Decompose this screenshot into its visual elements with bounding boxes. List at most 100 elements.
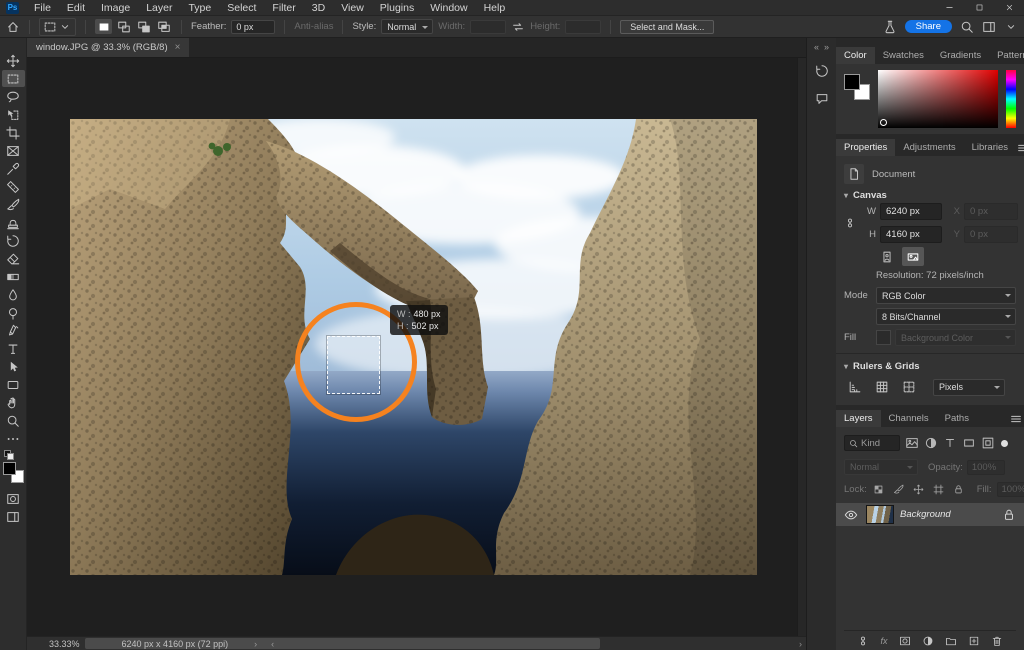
layer-lock-icon[interactable] bbox=[1002, 508, 1016, 522]
workspace-switcher-icon[interactable] bbox=[982, 20, 996, 34]
portrait-orientation-button[interactable] bbox=[876, 247, 898, 266]
close-button[interactable] bbox=[994, 0, 1024, 16]
rulers-grids-section-header[interactable]: ▾ Rulers & Grids bbox=[844, 361, 1016, 372]
footer-fx-icon[interactable]: fx bbox=[880, 636, 887, 646]
filter-toggle[interactable] bbox=[1001, 440, 1008, 447]
scroll-right-icon[interactable]: › bbox=[799, 639, 802, 649]
ruler-icon[interactable] bbox=[844, 377, 866, 397]
color-cursor[interactable] bbox=[880, 119, 887, 126]
document-tab[interactable]: window.JPG @ 33.3% (RGB/8) × bbox=[27, 38, 189, 57]
canvas-section-header[interactable]: ▾ Canvas bbox=[844, 190, 1016, 201]
canvas-width-input[interactable]: 6240 px bbox=[880, 203, 942, 220]
maximize-button[interactable] bbox=[964, 0, 994, 16]
layer-visibility-eye-icon[interactable] bbox=[842, 508, 860, 522]
layer-filter-select[interactable]: Kind bbox=[844, 435, 900, 451]
tab-layers[interactable]: Layers bbox=[836, 410, 881, 427]
filter-shape-icon[interactable] bbox=[960, 435, 977, 451]
tool-object-selection[interactable] bbox=[2, 106, 25, 123]
panel-menu-icon[interactable] bbox=[1008, 412, 1024, 426]
add-to-selection-icon[interactable] bbox=[115, 19, 132, 34]
layer-row-background[interactable]: Background bbox=[836, 503, 1024, 526]
home-icon[interactable] bbox=[6, 20, 20, 34]
height-input[interactable] bbox=[565, 20, 601, 34]
tool-blur[interactable] bbox=[2, 286, 25, 303]
quick-mask-button[interactable] bbox=[2, 490, 25, 507]
screen-mode-button[interactable] bbox=[2, 508, 25, 525]
zoom-level[interactable]: 33.33% bbox=[49, 639, 80, 649]
swap-dimensions-icon[interactable] bbox=[511, 20, 525, 34]
filter-type-icon[interactable] bbox=[941, 435, 958, 451]
constrain-link-icon[interactable] bbox=[844, 216, 856, 230]
units-select[interactable]: Pixels bbox=[933, 379, 1005, 396]
pixelgrid-icon[interactable] bbox=[898, 377, 920, 397]
canvas-height-input[interactable]: 4160 px bbox=[880, 226, 942, 243]
foreground-color-swatch[interactable] bbox=[3, 462, 16, 475]
pasteboard[interactable]: W :480 px H :502 px bbox=[27, 58, 806, 636]
tool-clone-stamp[interactable] bbox=[2, 214, 25, 231]
vertical-scrollbar[interactable] bbox=[797, 58, 806, 636]
beaker-icon[interactable] bbox=[883, 20, 897, 34]
width-input[interactable] bbox=[470, 20, 506, 34]
tool-crop[interactable] bbox=[2, 124, 25, 141]
filter-adjust-icon[interactable] bbox=[922, 435, 939, 451]
tool-rectangular-marquee[interactable] bbox=[2, 70, 25, 87]
tool-gradient[interactable] bbox=[2, 268, 25, 285]
lock-padlock-icon[interactable] bbox=[952, 483, 966, 497]
swap-colors-icon[interactable] bbox=[7, 453, 14, 460]
saturation-brightness-field[interactable] bbox=[878, 70, 998, 128]
footer-mask-icon[interactable] bbox=[899, 635, 911, 647]
tab-swatches[interactable]: Swatches bbox=[875, 47, 932, 64]
grid-icon[interactable] bbox=[871, 377, 893, 397]
tool-dodge[interactable] bbox=[2, 304, 25, 321]
history-panel-icon[interactable] bbox=[812, 62, 832, 80]
lock-move-icon[interactable] bbox=[912, 483, 926, 497]
tool-path-selection[interactable] bbox=[2, 358, 25, 375]
tool-eraser[interactable] bbox=[2, 250, 25, 267]
foreground-color-swatch[interactable] bbox=[844, 74, 860, 90]
menu-view[interactable]: View bbox=[333, 0, 372, 16]
footer-filter-adjust-icon[interactable] bbox=[922, 635, 934, 647]
fill-checkbox[interactable] bbox=[876, 330, 891, 345]
footer-chain-icon[interactable] bbox=[857, 635, 869, 647]
bit-depth-select[interactable]: 8 Bits/Channel bbox=[876, 308, 1016, 325]
current-tool-preset[interactable] bbox=[39, 18, 76, 36]
new-selection-icon[interactable] bbox=[95, 19, 112, 34]
tab-adjustments[interactable]: Adjustments bbox=[895, 139, 963, 156]
tab-gradients[interactable]: Gradients bbox=[932, 47, 989, 64]
menu-image[interactable]: Image bbox=[93, 0, 138, 16]
status-prev-icon[interactable]: ‹ bbox=[271, 639, 274, 649]
menu-type[interactable]: Type bbox=[180, 0, 219, 16]
minimize-button[interactable] bbox=[934, 0, 964, 16]
tool-edit-toolbar[interactable] bbox=[2, 430, 25, 447]
subtract-from-selection-icon[interactable] bbox=[135, 19, 152, 34]
status-next-icon[interactable]: › bbox=[254, 639, 257, 649]
tool-type[interactable] bbox=[2, 340, 25, 357]
tool-rectangle-shape[interactable] bbox=[2, 376, 25, 393]
menu-file[interactable]: File bbox=[26, 0, 59, 16]
menu-edit[interactable]: Edit bbox=[59, 0, 93, 16]
landscape-orientation-button[interactable] bbox=[902, 247, 924, 266]
tool-spot-healing-brush[interactable] bbox=[2, 178, 25, 195]
menu-3d[interactable]: 3D bbox=[304, 0, 333, 16]
tool-history-brush[interactable] bbox=[2, 232, 25, 249]
lock-artboard-icon[interactable] bbox=[932, 483, 946, 497]
feather-input[interactable]: 0 px bbox=[231, 20, 275, 34]
footer-new-layer-icon[interactable] bbox=[968, 635, 980, 647]
filter-image-icon[interactable] bbox=[903, 435, 920, 451]
tool-move[interactable] bbox=[2, 52, 25, 69]
select-and-mask-button[interactable]: Select and Mask... bbox=[620, 20, 714, 34]
footer-folder-icon[interactable] bbox=[945, 635, 957, 647]
menu-plugins[interactable]: Plugins bbox=[372, 0, 422, 16]
tool-brush[interactable] bbox=[2, 196, 25, 213]
tab-patterns[interactable]: Patterns bbox=[989, 47, 1024, 64]
menu-layer[interactable]: Layer bbox=[138, 0, 180, 16]
lock-brush-icon[interactable] bbox=[892, 483, 906, 497]
tool-hand[interactable] bbox=[2, 394, 25, 411]
tab-close-icon[interactable]: × bbox=[175, 42, 181, 53]
tab-color[interactable]: Color bbox=[836, 47, 875, 64]
tab-channels[interactable]: Channels bbox=[881, 410, 937, 427]
style-select[interactable]: Normal bbox=[381, 19, 433, 34]
filter-smart-icon[interactable] bbox=[979, 435, 996, 451]
comments-panel-icon[interactable] bbox=[812, 90, 832, 108]
hue-slider[interactable] bbox=[1006, 70, 1016, 128]
